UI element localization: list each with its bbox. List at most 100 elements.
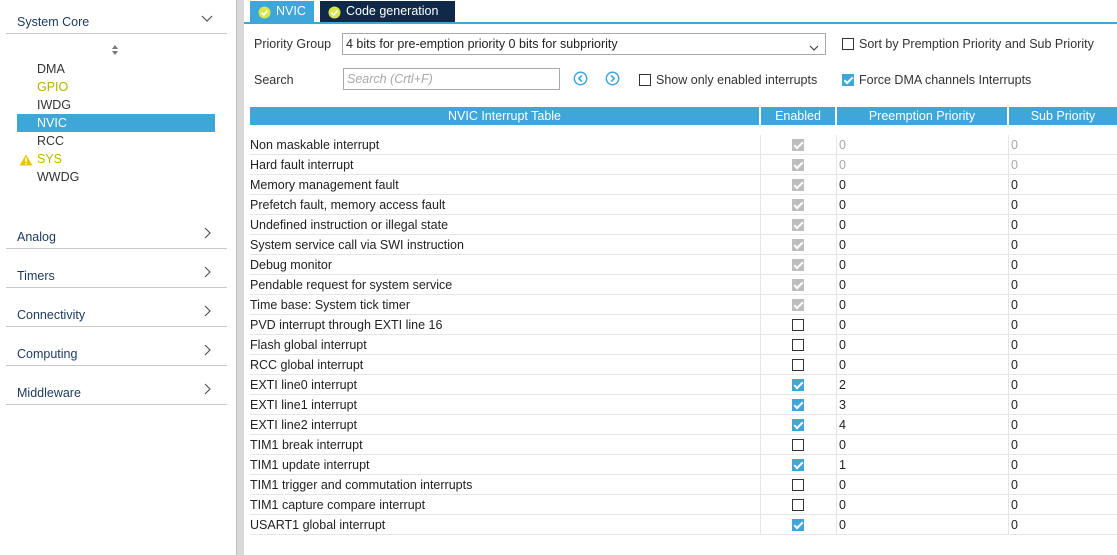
preemption-priority-cell[interactable]: 0 [836,515,1008,535]
sub-priority-cell[interactable]: 0 [1008,515,1117,535]
category-analog[interactable]: Analog [6,221,227,249]
sub-priority-cell[interactable]: 0 [1008,355,1117,375]
table-row[interactable]: Time base: System tick timer 0 0 [250,295,1117,315]
priority-group-select[interactable]: 4 bits for pre-emption priority 0 bits f… [342,33,826,55]
preemption-priority-cell[interactable]: 0 [836,315,1008,335]
category-timers[interactable]: Timers [6,260,227,288]
table-row[interactable]: PVD interrupt through EXTI line 16 0 0 [250,315,1117,335]
sub-priority-cell[interactable]: 0 [1008,255,1117,275]
show-enabled-checkbox[interactable] [639,74,651,86]
table-row[interactable]: USART1 global interrupt 0 0 [250,515,1117,535]
sub-priority-cell[interactable]: 0 [1008,495,1117,515]
preemption-priority-cell[interactable]: 1 [836,455,1008,475]
sidebar-item-gpio[interactable]: GPIO [17,78,215,96]
table-row[interactable]: Flash global interrupt 0 0 [250,335,1117,355]
enabled-checkbox[interactable] [792,359,804,371]
table-row[interactable]: TIM1 trigger and commutation interrupts 0… [250,475,1117,495]
preemption-priority-cell[interactable]: 2 [836,375,1008,395]
enabled-checkbox[interactable] [792,419,804,431]
enabled-checkbox[interactable] [792,459,804,471]
sub-priority-cell[interactable]: 0 [1008,475,1117,495]
table-row[interactable]: RCC global interrupt 0 0 [250,355,1117,375]
sub-priority-cell[interactable]: 0 [1008,435,1117,455]
chevron-right-icon[interactable] [201,383,213,395]
search-input[interactable] [343,68,560,90]
table-row[interactable]: Memory management fault 0 0 [250,175,1117,195]
preemption-priority-cell[interactable]: 0 [836,175,1008,195]
enabled-checkbox[interactable] [792,499,804,511]
column-header-sub-priority[interactable]: Sub Priority [1009,107,1117,125]
chevron-right-icon[interactable] [201,344,213,356]
preemption-priority-cell[interactable]: 3 [836,395,1008,415]
table-row[interactable]: EXTI line0 interrupt 2 0 [250,375,1117,395]
category-connectivity[interactable]: Connectivity [6,299,227,327]
panel-splitter[interactable] [236,0,244,555]
search-next-icon[interactable] [605,71,620,86]
chevron-down-icon[interactable] [201,12,213,24]
preemption-priority-cell[interactable]: 0 [836,275,1008,295]
sub-priority-cell[interactable]: 0 [1008,195,1117,215]
sub-priority-cell[interactable]: 0 [1008,295,1117,315]
sub-priority-cell[interactable]: 0 [1008,275,1117,295]
table-row[interactable]: Undefined instruction or illegal state 0 0 [250,215,1117,235]
sub-priority-cell[interactable]: 0 [1008,175,1117,195]
sub-priority-cell[interactable]: 0 [1008,335,1117,355]
preemption-priority-cell[interactable]: 0 [836,335,1008,355]
sub-priority-cell[interactable]: 0 [1008,415,1117,435]
enabled-checkbox[interactable] [792,519,804,531]
enabled-checkbox[interactable] [792,479,804,491]
sub-priority-cell[interactable]: 0 [1008,315,1117,335]
column-header-name[interactable]: NVIC Interrupt Table [250,107,759,125]
tab-nvic[interactable]: NVIC [250,1,314,22]
table-row[interactable]: EXTI line1 interrupt 3 0 [250,395,1117,415]
sidebar-item-wwdg[interactable]: WWDG [17,168,215,186]
table-row[interactable]: System service call via SWI instruction 0… [250,235,1117,255]
sidebar-item-nvic[interactable]: NVIC [17,114,215,132]
sidebar-item-iwdg[interactable]: IWDG [17,96,215,114]
preemption-priority-cell[interactable]: 0 [836,255,1008,275]
enabled-checkbox[interactable] [792,319,804,331]
sidebar-item-rcc[interactable]: RCC [17,132,215,150]
sub-priority-cell[interactable]: 0 [1008,455,1117,475]
chevron-right-icon[interactable] [201,227,213,239]
table-row[interactable]: Non maskable interrupt 0 0 [250,135,1117,155]
sidebar-item-dma[interactable]: DMA [17,60,215,78]
sub-priority-cell[interactable]: 0 [1008,215,1117,235]
sub-priority-cell[interactable]: 0 [1008,395,1117,415]
table-row[interactable]: TIM1 capture compare interrupt 0 0 [250,495,1117,515]
sort-order-icon[interactable] [110,43,120,57]
preemption-priority-cell[interactable]: 0 [836,295,1008,315]
enabled-checkbox[interactable] [792,439,804,451]
sub-priority-cell[interactable]: 0 [1008,235,1117,255]
table-row[interactable]: TIM1 break interrupt 0 0 [250,435,1117,455]
tab-code-generation[interactable]: Code generation [320,1,455,22]
sidebar-item-sys[interactable]: SYS [17,150,215,168]
preemption-priority-cell[interactable]: 0 [836,355,1008,375]
preemption-priority-cell[interactable]: 0 [836,195,1008,215]
search-previous-icon[interactable] [573,71,588,86]
preemption-priority-cell[interactable]: 0 [836,475,1008,495]
force-dma-checkbox[interactable] [842,74,854,86]
chevron-right-icon[interactable] [201,305,213,317]
table-row[interactable]: Prefetch fault, memory access fault 0 0 [250,195,1117,215]
table-row[interactable]: Hard fault interrupt 0 0 [250,155,1117,175]
table-row[interactable]: Debug monitor 0 0 [250,255,1117,275]
preemption-priority-cell[interactable]: 0 [836,235,1008,255]
preemption-priority-cell[interactable]: 0 [836,495,1008,515]
enabled-checkbox[interactable] [792,399,804,411]
preemption-priority-cell[interactable]: 0 [836,215,1008,235]
column-header-preemption[interactable]: Preemption Priority [837,107,1007,125]
sub-priority-cell[interactable]: 0 [1008,375,1117,395]
table-row[interactable]: EXTI line2 interrupt 4 0 [250,415,1117,435]
preemption-priority-cell[interactable]: 4 [836,415,1008,435]
category-computing[interactable]: Computing [6,338,227,366]
category-middleware[interactable]: Middleware [6,377,227,405]
chevron-right-icon[interactable] [201,266,213,278]
preemption-priority-cell[interactable]: 0 [836,435,1008,455]
sort-priority-checkbox[interactable] [842,38,854,50]
column-header-enabled[interactable]: Enabled [761,107,835,125]
table-row[interactable]: TIM1 update interrupt 1 0 [250,455,1117,475]
enabled-checkbox[interactable] [792,339,804,351]
table-row[interactable]: Pendable request for system service 0 0 [250,275,1117,295]
enabled-checkbox[interactable] [792,379,804,391]
